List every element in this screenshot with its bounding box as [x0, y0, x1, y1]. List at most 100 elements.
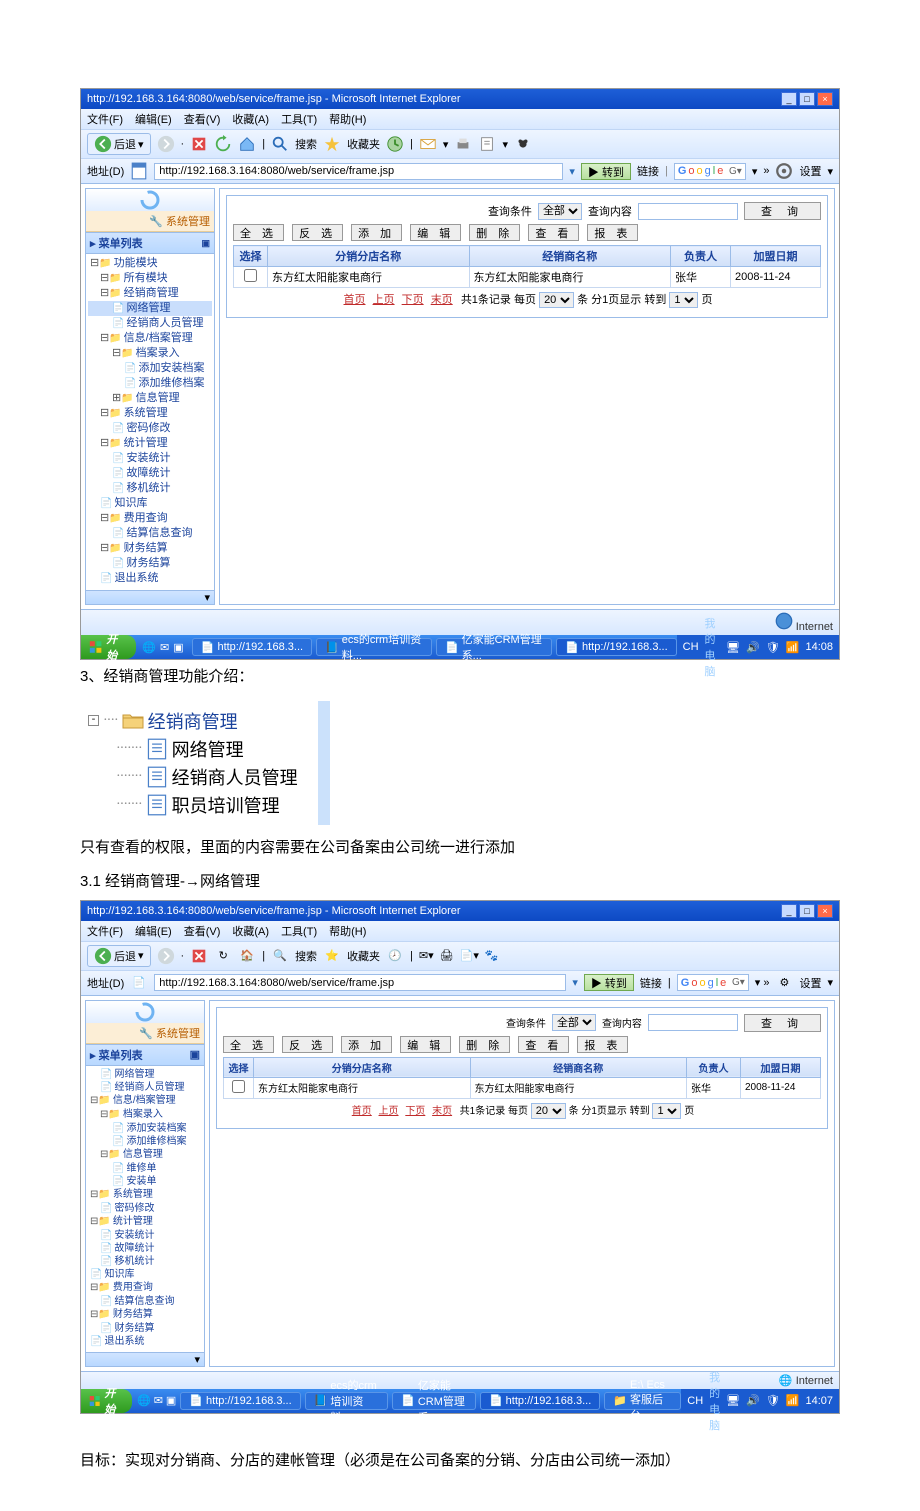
taskbar-item[interactable]: 📁E:\ Ecs客服后台... [604, 1392, 681, 1410]
close-button[interactable]: × [817, 904, 833, 918]
taskbar-item[interactable]: 📄http://192.168.3... [192, 638, 312, 656]
edit-icon[interactable]: 📄▾ [460, 949, 479, 962]
tree-dealer[interactable]: ⊟经销商管理 [88, 286, 212, 301]
tree-install-stats[interactable]: 安装统计 [88, 1229, 202, 1242]
taskbar-item[interactable]: 📄亿家能CRM管理系... [392, 1392, 476, 1410]
search-input[interactable] [638, 203, 738, 220]
pager-next[interactable]: 下页 [402, 294, 424, 306]
tree-dealer-person[interactable]: 经销商人员管理 [88, 1081, 202, 1094]
favorites-icon[interactable] [323, 135, 341, 153]
add-button[interactable]: 添 加 [351, 224, 402, 241]
tray-icon[interactable]: 🖥 [726, 641, 740, 654]
tree-exit[interactable]: 退出系统 [88, 571, 212, 586]
pager-prev[interactable]: 上页 [379, 1106, 399, 1117]
invert-button[interactable]: 反 选 [292, 224, 343, 241]
forward-icon[interactable] [157, 947, 175, 965]
tree-fin-settle[interactable]: 财务结算 [88, 1322, 202, 1335]
menu-view[interactable]: 查看(V) [184, 111, 221, 127]
chevron-down-icon[interactable]: ▾ [752, 165, 758, 178]
tree-install-stats[interactable]: 安装统计 [88, 451, 212, 466]
edit-button[interactable]: 编 辑 [400, 1036, 451, 1053]
pager-last[interactable]: 末页 [431, 294, 453, 306]
tree-move-stats[interactable]: 移机统计 [88, 1255, 202, 1268]
tree-fin[interactable]: ⊟财务结算 [88, 1308, 202, 1322]
tree-install-order[interactable]: 安装单 [88, 1175, 202, 1188]
tree-fin[interactable]: ⊟财务结算 [88, 541, 212, 556]
forward-icon[interactable] [157, 135, 175, 153]
tree-infomgmt[interactable]: ⊟信息管理 [88, 1148, 202, 1162]
tree-sys[interactable]: ⊟系统管理 [88, 1188, 202, 1202]
menu-file[interactable]: 文件(F) [87, 111, 123, 127]
history-icon[interactable]: 🕗 [386, 947, 404, 965]
tray-icon[interactable]: 🛡 [766, 641, 780, 654]
start-button[interactable]: 开始 [81, 1389, 132, 1413]
stop-icon[interactable] [190, 135, 208, 153]
view-button[interactable]: 查 看 [528, 224, 579, 241]
tree-archive[interactable]: ⊟档案录入 [88, 346, 212, 361]
back-dropdown-icon[interactable]: ▾ [138, 138, 144, 151]
go-button[interactable]: ▶ 转到 [584, 974, 634, 991]
tree-repair-order[interactable]: 维修单 [88, 1162, 202, 1175]
pager-perpage[interactable]: 20 [539, 292, 574, 308]
tree-info[interactable]: ⊟信息/档案管理 [88, 1094, 202, 1108]
research-icon[interactable]: 🐾 [485, 949, 499, 962]
tree-fault-stats[interactable]: 故障统计 [88, 466, 212, 481]
maximize-button[interactable]: □ [799, 92, 815, 106]
addr-dropdown-icon[interactable]: ▾ [572, 976, 578, 989]
taskbar-item-active[interactable]: 📄http://192.168.3... [556, 638, 676, 656]
menu-fav[interactable]: 收藏(A) [232, 111, 269, 127]
tree-kb[interactable]: 知识库 [88, 1268, 202, 1281]
row-checkbox[interactable] [232, 1080, 245, 1093]
collapse-icon[interactable]: ▣ [201, 238, 210, 249]
tree-add-repair[interactable]: 添加维修档案 [88, 376, 212, 391]
tree-pwd[interactable]: 密码修改 [88, 421, 212, 436]
menu-fav[interactable]: 收藏(A) [232, 923, 269, 939]
menu-view[interactable]: 查看(V) [184, 923, 221, 939]
google-search-box[interactable]: Google G▾ [674, 163, 746, 180]
home-icon[interactable] [238, 135, 256, 153]
invert-button[interactable]: 反 选 [282, 1036, 333, 1053]
tree-all[interactable]: ⊟所有模块 [88, 271, 212, 286]
back-button[interactable]: 后退 ▾ [87, 133, 151, 155]
address-input[interactable] [154, 974, 566, 991]
search-condition-select[interactable]: 全部 [538, 203, 582, 220]
tree-stats[interactable]: ⊟统计管理 [88, 436, 212, 451]
addr-dropdown-icon[interactable]: ▾ [569, 165, 575, 178]
report-button[interactable]: 报 表 [577, 1036, 628, 1053]
print-icon[interactable]: 🖨 [440, 949, 454, 962]
pager-goto[interactable]: 1 [669, 292, 698, 308]
tree-dealer-person[interactable]: 经销商人员管理 [88, 316, 212, 331]
pager-goto[interactable]: 1 [652, 1103, 681, 1119]
edit-icon[interactable] [478, 135, 496, 153]
mail-icon[interactable] [419, 135, 437, 153]
menu-edit[interactable]: 编辑(E) [135, 111, 172, 127]
tray-icon[interactable]: 🔊 [746, 641, 760, 654]
table-row[interactable]: 东方红太阳能家电商行 东方红太阳能家电商行 张华 2008-11-24 [234, 267, 821, 288]
stop-icon[interactable] [190, 947, 208, 965]
tree-root[interactable]: ⊟功能模块 [88, 256, 212, 271]
search-button[interactable]: 查 询 [744, 1014, 821, 1032]
tree-sys[interactable]: ⊟系统管理 [88, 406, 212, 421]
taskbar-item[interactable]: 📄亿家能CRM管理系... [436, 638, 552, 656]
tree-fault-stats[interactable]: 故障统计 [88, 1242, 202, 1255]
add-button[interactable]: 添 加 [341, 1036, 392, 1053]
gear-icon[interactable]: ⚙ [775, 974, 793, 992]
tree-move-stats[interactable]: 移机统计 [88, 481, 212, 496]
start-button[interactable]: 开始 [81, 635, 136, 659]
menu-tools[interactable]: 工具(T) [281, 923, 317, 939]
tree-info[interactable]: ⊟信息/档案管理 [88, 331, 212, 346]
delete-button[interactable]: 删 除 [469, 224, 520, 241]
back-button[interactable]: 后退 ▾ [87, 945, 151, 967]
minimize-button[interactable]: _ [781, 904, 797, 918]
links-label[interactable]: 链接 [640, 975, 662, 991]
tree-settle-q[interactable]: 结算信息查询 [88, 526, 212, 541]
taskbar-item[interactable]: 📄http://192.168.3... [180, 1392, 300, 1410]
favorites-icon[interactable]: ⭐ [323, 947, 341, 965]
tree-add-install[interactable]: 添加安装档案 [88, 361, 212, 376]
menu-file[interactable]: 文件(F) [87, 923, 123, 939]
menu-help[interactable]: 帮助(H) [329, 111, 366, 127]
menu-help[interactable]: 帮助(H) [329, 923, 366, 939]
tree-pwd[interactable]: 密码修改 [88, 1202, 202, 1215]
lang-indicator[interactable]: CH [683, 641, 699, 653]
tree-infomgmt[interactable]: ⊞信息管理 [88, 391, 212, 406]
